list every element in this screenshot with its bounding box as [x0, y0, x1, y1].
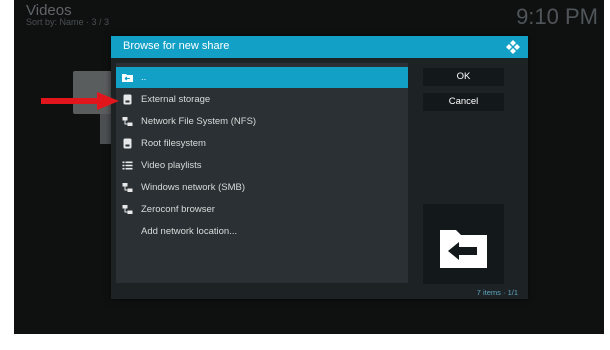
list-item-parent[interactable]: .. — [116, 67, 408, 88]
clock: 9:10 PM — [516, 4, 598, 29]
folder-back-icon — [122, 74, 133, 82]
folder-back-large-icon — [440, 230, 487, 268]
network-icon — [122, 205, 133, 214]
browse-dialog: Browse for new share .. External storage… — [111, 36, 528, 299]
source-list: .. External storage Network File System … — [116, 63, 408, 283]
list-item-video-playlists[interactable]: Video playlists — [116, 155, 408, 176]
ok-button[interactable]: OK — [423, 68, 504, 86]
removable-drive-icon — [123, 94, 132, 105]
dialog-title: Browse for new share — [123, 40, 230, 52]
list-item-label: Network File System (NFS) — [141, 116, 257, 127]
folder-thumbnail — [423, 204, 504, 284]
kodi-screen: Videos Sort by: Name · 3 / 3 9:10 PM Bro… — [14, 0, 604, 334]
cancel-button[interactable]: Cancel — [423, 93, 504, 111]
list-item-root-filesystem[interactable]: Root filesystem — [116, 133, 408, 154]
list-item-label: Root filesystem — [141, 138, 206, 149]
sort-info: Sort by: Name · 3 / 3 — [26, 17, 110, 27]
drive-icon — [123, 138, 132, 149]
list-item-label: Video playlists — [141, 160, 202, 171]
list-item-label: Windows network (SMB) — [141, 182, 245, 193]
item-count: 7 items · 1/1 — [476, 288, 518, 297]
list-item-external-storage[interactable]: External storage — [116, 89, 408, 110]
kodi-logo-icon — [506, 40, 520, 54]
red-arrow-annotation — [41, 92, 119, 110]
list-item-zeroconf[interactable]: Zeroconf browser — [116, 199, 408, 220]
list-item-label: External storage — [141, 94, 211, 105]
playlist-icon — [122, 161, 133, 170]
list-item-add-network-location[interactable]: Add network location... — [116, 221, 408, 242]
list-item-label: .. — [141, 72, 147, 83]
network-icon — [122, 117, 133, 126]
list-item-label: Zeroconf browser — [141, 204, 215, 215]
list-item-nfs[interactable]: Network File System (NFS) — [116, 111, 408, 132]
dialog-header: Browse for new share — [111, 36, 528, 58]
list-item-label: Add network location... — [141, 226, 238, 237]
network-icon — [122, 183, 133, 192]
list-item-smb[interactable]: Windows network (SMB) — [116, 177, 408, 198]
